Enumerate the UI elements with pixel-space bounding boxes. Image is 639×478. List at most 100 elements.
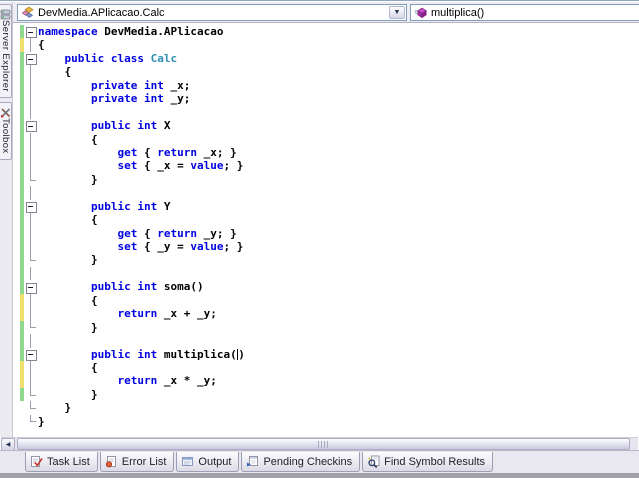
code-line[interactable]: } [13, 387, 639, 402]
code-line[interactable] [13, 266, 639, 281]
find-symbol-results-icon [367, 455, 380, 469]
outline-guide [24, 213, 37, 228]
members-dropdown[interactable]: multiplica() [410, 4, 639, 21]
sidebar-tab-label: Server Explorer [0, 20, 11, 92]
code-line[interactable]: private int _x; [13, 78, 639, 93]
tab-label: Pending Checkins [263, 455, 353, 468]
code-line[interactable]: { [13, 132, 639, 147]
code-text: } [38, 414, 45, 428]
code-line[interactable]: } [13, 172, 639, 187]
tab-error-list[interactable]: Error List [99, 452, 175, 472]
code-text: { [38, 65, 72, 79]
tab-task-list[interactable]: Task List [25, 452, 98, 472]
fold-toggle-icon[interactable] [24, 119, 37, 133]
outline-guide [24, 145, 37, 160]
code-line[interactable]: public class Calc [13, 51, 639, 66]
code-line[interactable]: return _x * _y; [13, 374, 639, 389]
outline-guide [24, 266, 37, 281]
code-line[interactable]: namespace DevMedia.APlicacao [13, 25, 639, 39]
code-text: private int _y; [90, 92, 191, 106]
outline-guide [24, 401, 37, 414]
code-text: public class Calc [64, 51, 178, 65]
tab-pending-checkins[interactable]: Pending Checkins [241, 452, 361, 472]
fold-toggle-icon[interactable] [24, 25, 37, 39]
sidebar-tab-label: Toolbox [0, 118, 11, 154]
code-editor[interactable]: namespace DevMedia.APlicacao{ public cla… [13, 23, 639, 437]
fold-toggle-icon[interactable] [24, 348, 37, 362]
scrollbar-grip [318, 440, 329, 448]
code-line[interactable]: { [13, 65, 639, 80]
tab-find-symbol-results[interactable]: Find Symbol Results [362, 452, 493, 472]
output-icon [181, 455, 194, 468]
code-line[interactable] [13, 334, 639, 348]
code-text: private int _x; [90, 78, 191, 92]
code-text: { [38, 213, 98, 227]
outline-guide [24, 307, 37, 322]
bottom-panel-edge [0, 473, 639, 478]
code-line[interactable]: private int _y; [13, 92, 639, 107]
fold-toggle-icon[interactable] [24, 52, 37, 66]
code-line[interactable]: { [13, 293, 639, 308]
code-line[interactable]: public int multiplica() [13, 347, 639, 362]
members-dropdown-value: multiplica() [431, 6, 485, 19]
code-text: { [38, 293, 98, 307]
outline-guide [24, 414, 37, 428]
code-editor-window: Server Explorer Toolbox DevMedia.APlicac… [0, 0, 639, 478]
outline-guide [24, 38, 37, 53]
outline-guide [24, 132, 37, 147]
code-line[interactable] [13, 105, 639, 120]
code-text: return _x * _y; [117, 374, 217, 388]
code-text: } [38, 387, 98, 401]
code-line[interactable]: { [13, 213, 639, 228]
outline-guide [24, 159, 37, 174]
sidebar-tab-toolbox[interactable]: Toolbox [0, 102, 12, 160]
tab-label: Task List [47, 455, 90, 468]
code-text: { [38, 38, 45, 52]
code-line[interactable]: get { return _x; } [13, 145, 639, 160]
outline-guide [24, 334, 37, 348]
code-text: } [38, 172, 98, 186]
code-line[interactable]: { [13, 38, 639, 53]
outline-guide [24, 240, 37, 254]
code-line[interactable]: } [13, 320, 639, 335]
types-dropdown[interactable]: DevMedia.APlicacao.Calc ▼ [17, 4, 407, 21]
code-line[interactable]: } [13, 253, 639, 267]
task-list-icon [30, 455, 43, 468]
code-line[interactable]: public int soma() [13, 280, 639, 294]
code-line[interactable] [13, 186, 639, 201]
code-line[interactable]: public int X [13, 119, 639, 133]
code-line[interactable]: set { _x = value; } [13, 159, 639, 174]
sidebar-tab-server-explorer[interactable]: Server Explorer [0, 4, 12, 98]
code-line[interactable]: get { return _y; } [13, 226, 639, 241]
code-line[interactable]: public int Y [13, 199, 639, 214]
code-text: set { _x = value; } [117, 159, 244, 173]
navigation-bar: DevMedia.APlicacao.Calc ▼ multiplica() [13, 2, 639, 23]
outline-guide [24, 65, 37, 80]
outline-guide [24, 78, 37, 93]
tab-label: Find Symbol Results [384, 455, 485, 468]
code-text: return _x + _y; [117, 307, 217, 321]
code-line[interactable]: } [13, 401, 639, 414]
code-line[interactable]: } [13, 414, 639, 428]
outline-guide [24, 105, 37, 120]
fold-toggle-icon[interactable] [24, 200, 37, 214]
method-icon [414, 6, 427, 19]
code-line[interactable]: { [13, 360, 639, 375]
outline-guide [24, 172, 37, 186]
outline-guide [24, 253, 37, 266]
horizontal-scrollbar[interactable]: ◀ [1, 437, 638, 451]
outline-guide [24, 320, 37, 334]
code-line[interactable]: set { _y = value; } [13, 240, 639, 254]
code-text: get { return _y; } [117, 226, 237, 240]
scrollbar-thumb[interactable] [17, 438, 630, 450]
outline-guide [24, 387, 37, 401]
tab-output[interactable]: Output [176, 452, 240, 472]
code-text: set { _y = value; } [117, 240, 244, 253]
fold-toggle-icon[interactable] [24, 280, 37, 294]
chevron-down-icon[interactable]: ▼ [389, 6, 405, 19]
code-line[interactable]: return _x + _y; [13, 307, 639, 322]
scroll-left-arrow[interactable]: ◀ [1, 437, 15, 451]
code-text: { [38, 360, 98, 374]
